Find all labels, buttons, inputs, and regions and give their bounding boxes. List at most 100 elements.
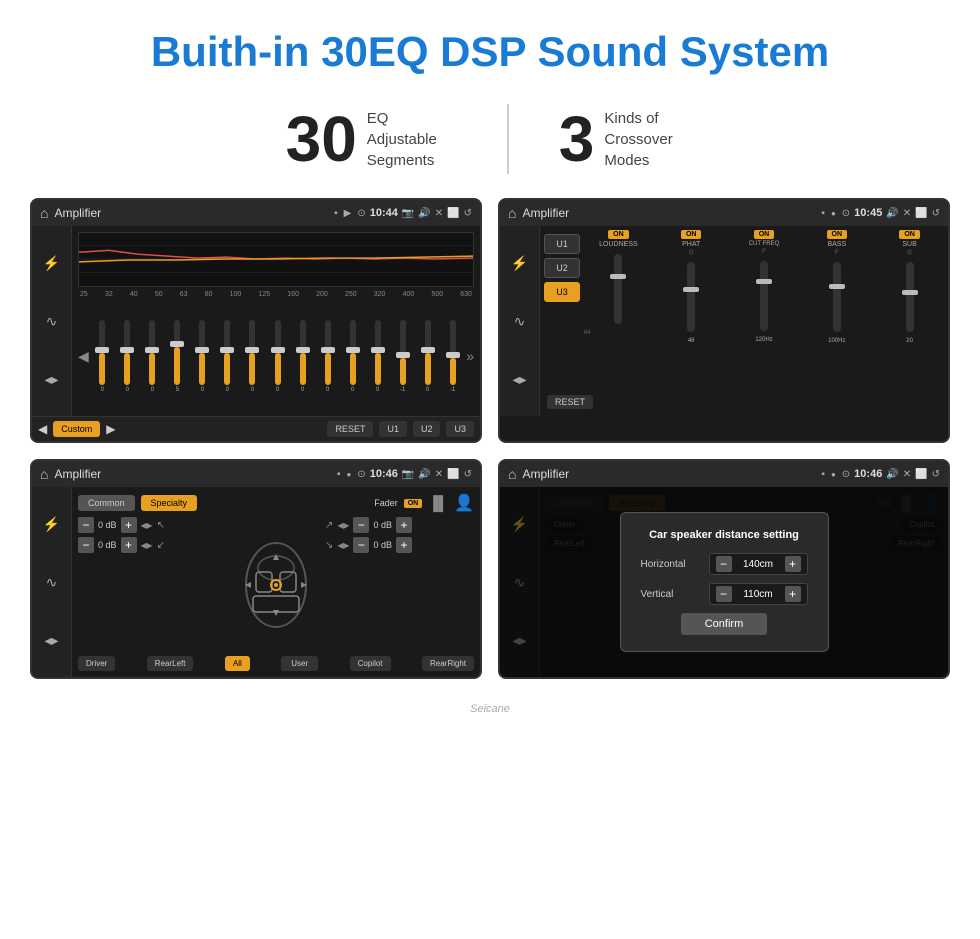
spk-back-icon[interactable]: ↺ — [464, 469, 472, 480]
eq-screen-body: ⚡ ∿ ◂▸ — [32, 226, 480, 416]
spk-dot-icon: ● — [346, 470, 351, 479]
spk-driver-btn[interactable]: Driver — [78, 656, 115, 671]
close-icon[interactable]: ✕ — [435, 208, 443, 219]
xo-bass-on[interactable]: ON — [827, 230, 848, 239]
xo-cutfreq-slider[interactable] — [760, 261, 768, 331]
spk-fl-db: 0 dB — [98, 520, 117, 530]
xo-phat-slider[interactable] — [687, 262, 695, 332]
xo-bass-slider[interactable] — [833, 262, 841, 332]
xo-sub-slider[interactable] — [906, 262, 914, 332]
vertical-value-group: − 110cm + — [709, 583, 808, 605]
xo-back-icon[interactable]: ↺ — [932, 208, 940, 219]
window-icon[interactable]: ⬜ — [447, 208, 459, 219]
eq-slider-15: -1 — [441, 320, 464, 393]
dist-window-icon[interactable]: ⬜ — [915, 469, 927, 480]
eq-slider-6: 0 — [216, 320, 239, 393]
xo-sidebar: ⚡ ∿ ◂▸ — [500, 226, 540, 416]
spk-window-icon[interactable]: ⬜ — [447, 469, 459, 480]
eq-left-arrow[interactable]: ◀ — [78, 348, 89, 365]
eq-u2-btn[interactable]: U2 — [413, 421, 441, 437]
vertical-label: Vertical — [641, 589, 701, 600]
spk-fl-plus[interactable]: + — [121, 517, 137, 533]
spk-close-icon[interactable]: ✕ — [435, 469, 443, 480]
back-icon[interactable]: ↺ — [464, 208, 472, 219]
vertical-plus-btn[interactable]: + — [785, 586, 801, 602]
eq-reset-btn[interactable]: RESET — [327, 421, 373, 437]
dist-back-icon[interactable]: ↺ — [932, 469, 940, 480]
spk-fr-icon: ◂▸ — [337, 518, 349, 532]
eq-stat: 30 EQ AdjustableSegments — [236, 107, 507, 171]
spk-rearleft-btn[interactable]: RearLeft — [147, 656, 194, 671]
spk-user-btn[interactable]: User — [281, 656, 318, 671]
eq-right-arrow[interactable]: » — [466, 348, 474, 364]
xo-bass-label: BASS — [827, 241, 846, 248]
crossover-stat: 3 Kinds ofCrossover Modes — [509, 107, 745, 171]
spk-location-icon: ⊙ — [357, 469, 365, 480]
spk-rl-plus[interactable]: + — [121, 537, 137, 553]
spk-tabs: Common Specialty Fader ON ▐▌ 👤 — [78, 493, 474, 513]
xo-reset-btn[interactable]: RESET — [547, 395, 593, 409]
xo-location-icon: ⊙ — [842, 208, 850, 219]
dist-close-icon[interactable]: ✕ — [903, 469, 911, 480]
spk-home-icon[interactable]: ⌂ — [40, 466, 48, 482]
eq-back-btn[interactable]: ◀ — [38, 422, 47, 436]
spk-eq-icon[interactable]: ⚡ — [43, 516, 60, 533]
xo-window-icon[interactable]: ⬜ — [915, 208, 927, 219]
eq-tune-icon[interactable]: ⚡ — [43, 255, 60, 272]
confirm-button[interactable]: Confirm — [681, 613, 768, 635]
eq-number: 30 — [286, 107, 357, 171]
spk-fr-minus[interactable]: − — [353, 517, 369, 533]
eq-forward-btn[interactable]: ▶ — [106, 422, 115, 436]
spk-rearright-btn[interactable]: RearRight — [422, 656, 474, 671]
screen-dist-title: Amplifier — [522, 467, 815, 481]
horizontal-plus-btn[interactable]: + — [785, 556, 801, 572]
xo-loudness-slider[interactable] — [614, 254, 622, 324]
distance-dialog: Car speaker distance setting Horizontal … — [620, 512, 829, 652]
eq-slider-5: 0 — [191, 320, 214, 393]
spk-fl-minus[interactable]: − — [78, 517, 94, 533]
eq-u3-btn[interactable]: U3 — [446, 421, 474, 437]
horizontal-label: Horizontal — [641, 559, 701, 570]
xo-record-icon: ▪ — [821, 208, 825, 219]
spk-fr-vol: ↗ ◂▸ − 0 dB + — [325, 517, 474, 533]
xo-home-icon[interactable]: ⌂ — [508, 205, 516, 221]
xo-u3-btn[interactable]: U3 — [544, 282, 580, 302]
spk-copilot-btn[interactable]: Copilot — [350, 656, 391, 671]
spk-common-tab[interactable]: Common — [78, 495, 135, 511]
spk-rr-minus[interactable]: − — [353, 537, 369, 553]
xo-close-icon[interactable]: ✕ — [903, 208, 911, 219]
spk-all-btn[interactable]: All — [225, 656, 250, 671]
spk-vol-side-icon[interactable]: ◂▸ — [44, 632, 58, 649]
spk-rr-plus[interactable]: + — [396, 537, 412, 553]
xo-u1-btn[interactable]: U1 — [544, 234, 580, 254]
xo-channels: ON LOUDNESS 64 ON PHAT — [584, 230, 944, 392]
vertical-minus-btn[interactable]: − — [716, 586, 732, 602]
xo-header-icons: ⊙ 10:45 🔊 ✕ ⬜ ↺ — [842, 207, 940, 219]
xo-u2-btn[interactable]: U2 — [544, 258, 580, 278]
spk-volume-grid: − 0 dB + ◂▸ ↖ − 0 dB + ◂▸ ↙ — [78, 517, 474, 652]
spk-specialty-tab[interactable]: Specialty — [141, 495, 198, 511]
screen-xo-header: ⌂ Amplifier ▪ ● ⊙ 10:45 🔊 ✕ ⬜ ↺ — [500, 200, 948, 226]
dist-home-icon[interactable]: ⌂ — [508, 466, 516, 482]
spk-vol-icon: 🔊 — [418, 469, 430, 480]
horizontal-minus-btn[interactable]: − — [716, 556, 732, 572]
spk-fr-plus[interactable]: + — [396, 517, 412, 533]
xo-vol-side-icon[interactable]: ◂▸ — [512, 371, 526, 388]
spk-wave-icon[interactable]: ∿ — [46, 574, 58, 591]
eq-vol-icon[interactable]: ◂▸ — [44, 371, 58, 388]
xo-wave-icon[interactable]: ∿ — [514, 313, 526, 330]
eq-u1-btn[interactable]: U1 — [379, 421, 407, 437]
location-icon: ⊙ — [357, 208, 365, 219]
xo-phat-on[interactable]: ON — [681, 230, 702, 239]
xo-ch-bass: ON BASS F 100Hz — [802, 230, 871, 392]
eq-custom-btn[interactable]: Custom — [53, 421, 100, 437]
spk-record-icon: ▪ — [337, 469, 341, 480]
xo-loudness-on[interactable]: ON — [608, 230, 629, 239]
home-icon[interactable]: ⌂ — [40, 205, 48, 221]
screen-spk-header: ⌂ Amplifier ▪ ● ⊙ 10:46 📷 🔊 ✕ ⬜ ↺ — [32, 461, 480, 487]
eq-wave-icon[interactable]: ∿ — [46, 313, 58, 330]
xo-eq-icon[interactable]: ⚡ — [511, 255, 528, 272]
spk-rl-minus[interactable]: − — [78, 537, 94, 553]
xo-sub-on[interactable]: ON — [899, 230, 920, 239]
xo-cutfreq-on[interactable]: ON — [754, 230, 775, 239]
